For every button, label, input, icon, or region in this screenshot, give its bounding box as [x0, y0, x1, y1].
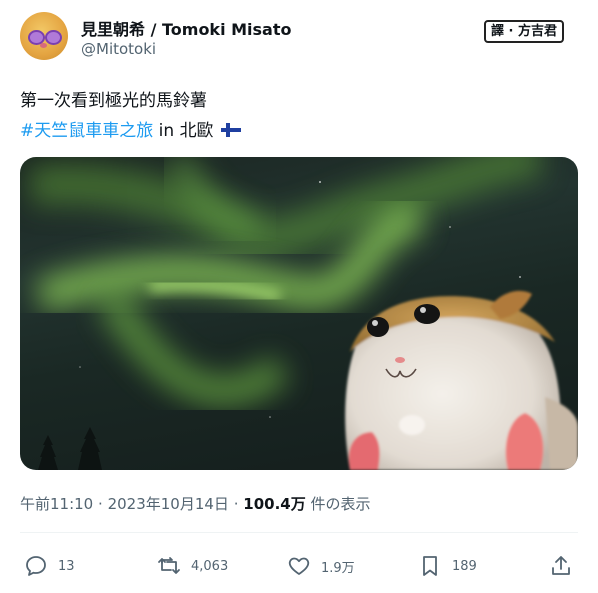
- author-display-name[interactable]: 見里朝希 / Tomoki Misato: [81, 16, 292, 40]
- post-time[interactable]: 午前11:10: [20, 495, 93, 513]
- action-bar: 13 4,063 1.9万 189: [0, 546, 598, 586]
- glasses-right: [45, 30, 62, 45]
- bookmark-count: 189: [452, 558, 477, 574]
- location-text: 北歐: [179, 121, 214, 141]
- heart-icon: [288, 557, 310, 575]
- finland-flag-icon: [220, 123, 241, 137]
- divider-top: [20, 532, 578, 533]
- meta-separator: ·: [233, 495, 239, 513]
- author-handle[interactable]: @Mitotoki: [81, 40, 156, 58]
- avatar-nose: [40, 43, 47, 48]
- retweet-button[interactable]: 4,063: [157, 546, 228, 586]
- post-meta: 午前11:10 · 2023年10月14日 · 100.4万 件の表示: [20, 493, 371, 514]
- post-date[interactable]: 2023年10月14日: [108, 495, 229, 513]
- retweet-count: 4,063: [191, 558, 229, 574]
- bookmark-icon: [423, 556, 437, 576]
- share-icon: [552, 556, 570, 575]
- retweet-icon: [158, 557, 180, 574]
- reply-button[interactable]: 13: [24, 546, 75, 586]
- avatar[interactable]: [20, 12, 68, 60]
- translation-badge: 譯 · 方吉君: [484, 20, 564, 43]
- post-text-line2: #天竺鼠車車之旅 in 北歐: [20, 116, 241, 141]
- aurora-photo: [26, 157, 578, 470]
- view-count: 100.4万: [243, 495, 306, 513]
- bookmark-button[interactable]: 189: [418, 546, 477, 586]
- post-text-line1: 第一次看到極光的馬鈴薯: [20, 91, 207, 111]
- like-count: 1.9万: [321, 560, 355, 576]
- hashtag-link[interactable]: #天竺鼠車車之旅: [20, 121, 153, 141]
- reply-icon: [26, 556, 46, 576]
- reply-count: 13: [58, 558, 75, 574]
- post-photo[interactable]: [20, 157, 578, 470]
- meta-separator: ·: [98, 495, 103, 513]
- location-prefix: in: [158, 121, 175, 141]
- view-label: 件の表示: [310, 495, 371, 513]
- share-button[interactable]: [549, 546, 573, 586]
- like-button[interactable]: 1.9万: [287, 546, 355, 586]
